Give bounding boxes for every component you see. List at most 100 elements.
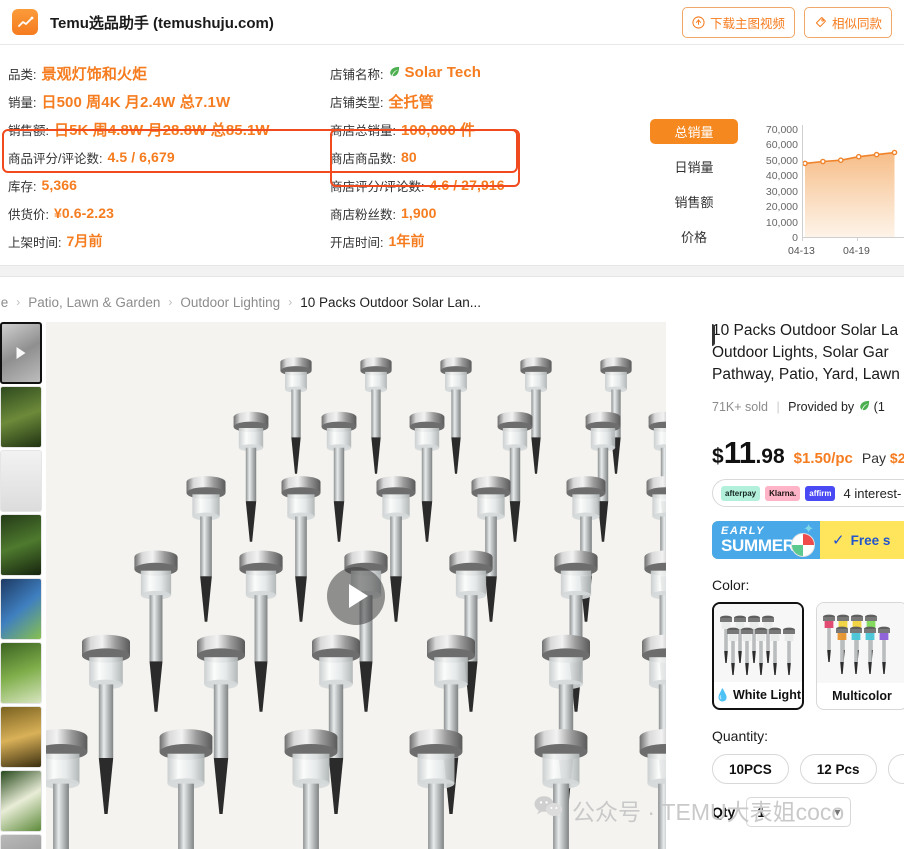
price-currency: $ — [712, 445, 724, 468]
quantity-option-10pcs[interactable]: 10PCS — [712, 754, 789, 784]
white-lamps-icon — [720, 615, 795, 675]
stat-label: 店铺名称: — [330, 67, 384, 82]
stat-value: 日500 周4K 月2.4W 总7.1W — [41, 93, 231, 111]
thumbnail-item[interactable] — [0, 578, 42, 640]
stat-label: 开店时间: — [330, 235, 384, 250]
breadcrumb-item-current: 10 Packs Outdoor Solar Lan... — [300, 294, 482, 310]
chart-tab-list: 总销量 日销量 销售额 价格 — [650, 119, 738, 259]
thumbnail-item[interactable] — [0, 706, 42, 768]
chart-tab-revenue[interactable]: 销售额 — [650, 189, 738, 214]
y-tick-label: 30,000 — [765, 185, 798, 198]
breadcrumb-item-home[interactable]: ome — [0, 295, 8, 310]
header-actions: 下载主图视频 相似同款 — [681, 6, 892, 38]
chart-series-area — [802, 125, 904, 237]
breadcrumb-separator: › — [288, 295, 293, 309]
stat-value: ¥0.6-2.23 — [53, 205, 115, 221]
download-video-label: 下载主图视频 — [709, 16, 785, 31]
quantity-option-12pcs[interactable]: 12 Pcs — [799, 754, 877, 784]
stat-label: 商店总销量: — [330, 123, 396, 138]
stats-panel: 品类: 景观灯饰和火炬 销量: 日500 周4K 月2.4W 总7.1W 销售额… — [0, 45, 904, 265]
stat-row-shop-product-count: 商店商品数: 80 — [330, 143, 650, 171]
app-title: Temu选品助手 (temushuju.com) — [50, 14, 274, 32]
image-search-badge[interactable]: 图搜同款 — [712, 324, 715, 346]
breadcrumb-item-outdoor-lighting[interactable]: Outdoor Lighting — [180, 295, 280, 310]
chart-tab-label: 价格 — [680, 230, 707, 245]
play-icon[interactable] — [327, 567, 385, 626]
stat-row-rating-reviews: 商品评分/评论数: 4.5 / 6,679 — [8, 143, 328, 171]
stat-row-shop-type: 店铺类型: 全托管 — [330, 87, 650, 115]
stat-label: 库存: — [8, 179, 37, 194]
provided-by-label: Provided by — [788, 400, 855, 414]
download-video-button[interactable]: 下载主图视频 — [681, 6, 795, 38]
y-tick-label: 50,000 — [765, 154, 798, 167]
shop-name-text: Solar Tech — [404, 64, 482, 81]
stat-row-shop-name: 店铺名称: Solar Tech — [330, 59, 650, 87]
play-icon — [16, 347, 26, 359]
y-tick-label: 60,000 — [765, 139, 798, 152]
thumbnail-item[interactable] — [0, 514, 42, 576]
chart-tab-total-sales[interactable]: 总销量 — [650, 119, 738, 144]
stat-value: 4.5 / 6,679 — [107, 149, 175, 165]
multicolor-lamps-icon — [823, 614, 890, 674]
chart-tab-label: 总销量 — [674, 125, 714, 140]
bnpl-text: 4 interest- — [843, 485, 902, 501]
meta-separator: | — [776, 400, 780, 414]
breadcrumb-item-patio-lawn-garden[interactable]: Patio, Lawn & Garden — [28, 295, 160, 310]
stat-value: 7月前 — [66, 233, 103, 249]
product-info-column: 图搜同款 10 Packs Outdoor Solar La Outdoor L… — [712, 318, 904, 849]
color-swatch-white-light[interactable]: 💧 White Light — [712, 602, 804, 710]
thumbnail-list[interactable] — [0, 322, 42, 849]
stat-label: 销售额: — [8, 123, 49, 138]
chart-x-labels: 04-13 04-19 — [782, 245, 904, 259]
quantity-option-3[interactable]: 2 — [887, 754, 904, 784]
quantity-label: Quantity: — [712, 728, 769, 744]
similar-items-button[interactable]: 相似同款 — [803, 6, 892, 38]
chart-tab-price[interactable]: 价格 — [650, 224, 738, 249]
qty-value: 1 — [757, 804, 766, 820]
stats-column-left: 品类: 景观灯饰和火炬 销量: 日500 周4K 月2.4W 总7.1W 销售额… — [8, 59, 328, 255]
stat-value: 景观灯饰和火炬 — [41, 65, 148, 83]
y-tick-label: 70,000 — [765, 124, 798, 136]
product-meta: 71K+ sold | Provided by (1 — [712, 399, 904, 415]
stat-value: 全托管 — [388, 93, 434, 111]
banner-message: ✓ Free s — [820, 531, 904, 549]
thumbnail-item[interactable] — [0, 834, 42, 849]
swatch-caption: Multicolor — [817, 683, 904, 709]
area-chart-svg — [803, 149, 898, 237]
stat-row-shop-followers: 商店粉丝数: 1,900 — [330, 199, 650, 227]
tag-icon — [814, 16, 827, 29]
early-summer-banner[interactable]: EARLY SUMMER ✦ ✓ Free s — [712, 521, 904, 559]
chevron-down-icon: ▾ — [834, 805, 841, 819]
section-divider — [0, 265, 904, 277]
quantity-option-list: 10PCS 12 Pcs 2 — [712, 754, 904, 784]
bnpl-options[interactable]: afterpay Klarna. affirm 4 interest- — [712, 479, 904, 507]
afterpay-logo: afterpay — [721, 485, 761, 501]
y-tick-label: 10,000 — [765, 216, 798, 229]
chart-tab-daily-sales[interactable]: 日销量 — [650, 154, 738, 179]
thumbnail-item[interactable] — [0, 322, 42, 384]
banner-logo: EARLY SUMMER ✦ — [712, 521, 820, 559]
breadcrumb-separator: › — [16, 295, 21, 309]
stat-label: 供货价: — [8, 207, 49, 222]
stat-label: 上架时间: — [8, 235, 62, 250]
product-title-line: Pathway, Patio, Yard, Lawn — [712, 366, 900, 383]
stat-label: 商店商品数: — [330, 151, 396, 166]
product-main-image[interactable] — [46, 322, 666, 849]
pay-prefix: Pay — [861, 450, 887, 466]
stat-value: 1年前 — [388, 233, 425, 249]
download-icon — [692, 15, 705, 29]
thumbnail-item[interactable] — [0, 450, 42, 512]
price-per-piece: $1.50/pc — [793, 450, 853, 467]
stat-value: 4.6 / 27,916 — [429, 177, 505, 193]
stat-label: 销量: — [8, 95, 37, 110]
price-fraction: .98 — [755, 445, 785, 468]
qty-stepper-select[interactable]: 1 ▾ — [746, 797, 852, 827]
chart-y-axis: 70,000 60,000 50,000 40,000 30,000 20,00… — [742, 125, 798, 243]
qty-label: Qty — [712, 804, 736, 820]
banner-free-text: Free s — [850, 532, 891, 548]
color-label: Color: — [712, 577, 750, 593]
thumbnail-item[interactable] — [0, 642, 42, 704]
color-swatch-multicolor[interactable]: Multicolor — [816, 602, 904, 710]
thumbnail-item[interactable] — [0, 770, 42, 832]
thumbnail-item[interactable] — [0, 386, 42, 448]
